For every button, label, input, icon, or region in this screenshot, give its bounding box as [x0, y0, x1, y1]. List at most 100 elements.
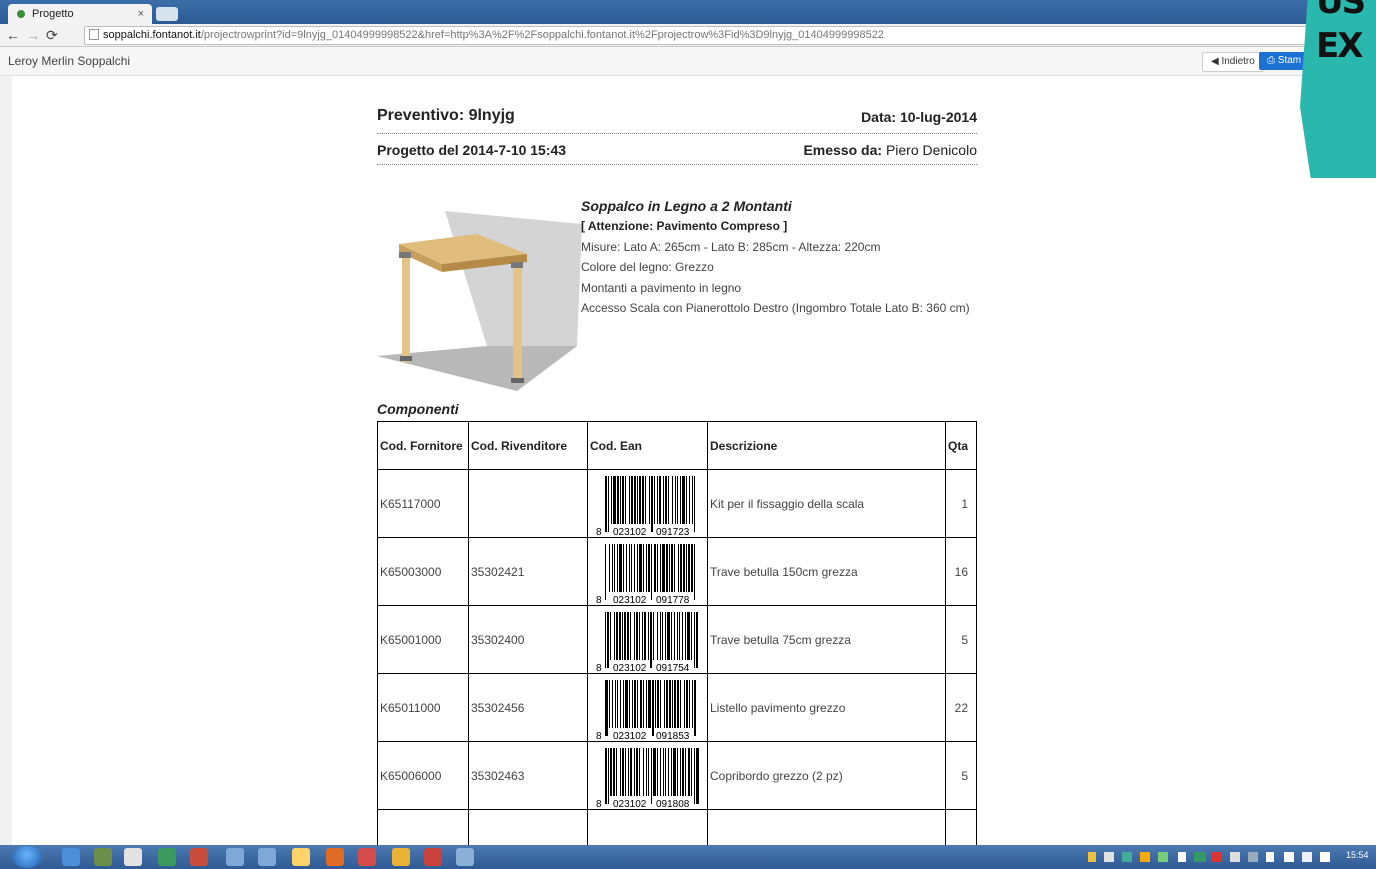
- barcode-bar: [679, 747, 681, 796]
- barcode-bar: [661, 543, 665, 592]
- excel-icon[interactable]: [158, 848, 176, 866]
- promo-overlay: US EX: [1300, 0, 1376, 178]
- quote-document: Preventivo: 9lnyjg Data: 10-lug-2014 Pro…: [377, 76, 977, 845]
- cell-fornitore: K65001000: [377, 605, 469, 674]
- cell-qta: 22: [944, 673, 977, 742]
- pdf-icon[interactable]: [358, 848, 376, 866]
- app-icon[interactable]: [424, 848, 442, 866]
- barcode-bar: [608, 543, 610, 592]
- barcode-bar: [607, 475, 609, 532]
- barcode-bar: [623, 611, 626, 660]
- barcode-bar: [667, 747, 669, 796]
- barcode-image: 8 023102 091723: [596, 475, 695, 536]
- barcode-bar: [652, 611, 654, 660]
- app-icon[interactable]: [94, 848, 112, 866]
- cell-fornitore: K65011000: [377, 673, 469, 742]
- barcode-bar: [624, 679, 628, 728]
- barcode-bar: [608, 679, 610, 728]
- barcode-bar: [629, 611, 631, 660]
- barcode-bar: [652, 747, 656, 796]
- barcode-bar: [625, 543, 627, 592]
- barcode-digits: 091808: [656, 799, 690, 808]
- app-icon[interactable]: [326, 848, 344, 866]
- barcode-bar: [642, 747, 644, 796]
- barcode-bar: [633, 747, 635, 796]
- barcode-bar: [684, 747, 686, 796]
- barcode-bar: [678, 611, 680, 660]
- barcode-bar: [665, 543, 668, 592]
- quote-header-row: Preventivo: 9lnyjg Data: 10-lug-2014: [377, 107, 977, 134]
- loft-product-image: [377, 211, 582, 391]
- cell-ean: 8 023102 091778: [587, 537, 708, 606]
- table-row: K65001000 35302400 8 023102 091754 Trave betu…: [377, 605, 977, 674]
- barcode-bar: [647, 679, 651, 728]
- barcode-bar: [665, 679, 668, 728]
- back-arrow-icon[interactable]: ←: [6, 26, 20, 44]
- barcode-bar: [611, 679, 613, 728]
- app-icon[interactable]: [190, 848, 208, 866]
- barcode-digits: 091754: [656, 663, 690, 672]
- barcode-bar: [621, 611, 623, 660]
- barcode-bar: [670, 747, 672, 796]
- barcode-bar: [607, 747, 609, 804]
- cell-descrizione: Copribordo grezzo (2 pz): [707, 741, 946, 810]
- barcode-bar: [688, 475, 690, 524]
- print-button[interactable]: ⎙ Stam: [1259, 52, 1309, 70]
- cell-rivenditore: 35302463: [468, 741, 588, 810]
- barcode-image: 8 023102 091853: [596, 679, 696, 740]
- barcode-bar: [616, 543, 618, 592]
- barcode-bar: [609, 611, 611, 660]
- cell-ean: 8 023102 091723: [587, 469, 708, 538]
- barcode-bar: [685, 475, 687, 524]
- product-description: Soppalco in Legno a 2 Montanti [ Attenzi…: [581, 196, 977, 319]
- barcode-bar: [684, 611, 686, 660]
- brand-title: Leroy Merlin Soppalchi: [8, 54, 131, 68]
- barcode-bar: [683, 679, 685, 728]
- barcode-bar: [651, 679, 654, 736]
- barcode-bar: [635, 747, 638, 796]
- url-input[interactable]: soppalchi.fontanot.it/projectrowprint?id…: [84, 26, 1316, 45]
- barcode-bar: [610, 475, 612, 524]
- browser-tab[interactable]: Progetto ×: [8, 4, 152, 24]
- cell-descrizione: Trave betulla 75cm grezza: [707, 605, 946, 674]
- notes-icon[interactable]: [226, 848, 244, 866]
- tab-title: Progetto: [32, 8, 74, 20]
- barcode-bar: [664, 747, 666, 796]
- barcode-bar: [643, 611, 646, 660]
- barcode-digits: 091778: [656, 595, 690, 604]
- components-table: Cod. Fornitore Cod. Rivenditore Cod. Ean…: [377, 421, 977, 845]
- barcode-bar: [650, 747, 652, 804]
- barcode-bar: [633, 543, 635, 592]
- app-icon[interactable]: [258, 848, 276, 866]
- barcode-bar: [671, 679, 673, 728]
- barcode-bar: [686, 611, 690, 660]
- barcode-bar: [633, 475, 636, 524]
- new-tab-button[interactable]: [156, 7, 178, 21]
- stair-access: Accesso Scala con Pianerottolo Destro (I…: [581, 301, 970, 315]
- tab-close-icon[interactable]: ×: [138, 4, 144, 24]
- clock: 15:54: [1346, 850, 1369, 860]
- app-icon[interactable]: [456, 848, 474, 866]
- start-button[interactable]: [12, 846, 42, 868]
- back-button[interactable]: ◀ Indietro: [1202, 52, 1264, 72]
- barcode-bar: [606, 611, 609, 668]
- chrome-icon[interactable]: [124, 848, 142, 866]
- barcode-image: 8 023102 091808: [596, 747, 699, 808]
- cell-ean: 8 023102 091808: [587, 741, 708, 810]
- barcode-bar: [674, 475, 676, 524]
- barcode-bar: [659, 679, 661, 728]
- cell-rivenditore: 35302421: [468, 537, 588, 606]
- forward-arrow-icon[interactable]: →: [26, 26, 40, 44]
- page-icon: [89, 29, 99, 40]
- wood-color: Colore del legno: Grezzo: [581, 260, 714, 274]
- barcode-bar: [613, 543, 615, 592]
- app-icon[interactable]: [392, 848, 410, 866]
- col-ean: Cod. Ean: [587, 421, 708, 470]
- barcode-bar: [653, 543, 656, 592]
- ie-icon[interactable]: [62, 848, 80, 866]
- table-row: K65117000 8 023102 091723 Kit per il fissagg…: [377, 469, 977, 538]
- reload-icon[interactable]: ⟳: [46, 26, 58, 44]
- barcode-bar: [641, 475, 644, 524]
- folder-icon[interactable]: [292, 848, 310, 866]
- barcode-bar: [635, 611, 638, 660]
